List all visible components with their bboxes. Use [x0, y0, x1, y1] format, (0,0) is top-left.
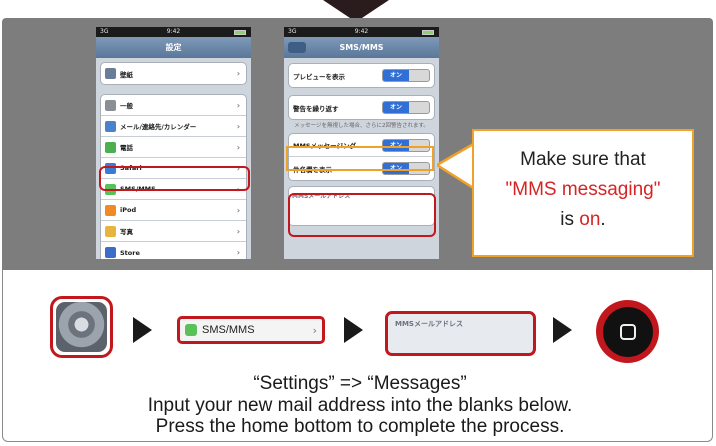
mms-note-callout: Make sure that "MMS messaging" is on.: [472, 129, 694, 257]
row-label: 写真: [120, 228, 133, 236]
status-time: 9:42: [354, 28, 369, 35]
callout-on-word: on: [579, 209, 601, 230]
battery-icon: [234, 30, 246, 35]
mms-address-step-label: MMSメールアドレス: [395, 320, 463, 328]
back-button[interactable]: [288, 42, 306, 53]
arrow-right-icon: [344, 317, 363, 343]
row-label: メール/連絡先/カレンダー: [120, 123, 197, 131]
sms-mms-step: SMS/MMS ›: [177, 316, 325, 344]
mms-address-step: MMSメールアドレス: [385, 311, 536, 356]
settings-group-wallpaper: 壁紙 ›: [100, 62, 247, 85]
row-label: 電話: [120, 144, 133, 152]
mail-icon: [105, 120, 116, 132]
chevron-right-icon: ›: [236, 69, 240, 78]
settings-row-phone[interactable]: 電話 ›: [101, 137, 246, 158]
settings-app-icon: [50, 296, 113, 358]
settings-row-general[interactable]: 一般 ›: [101, 95, 246, 116]
settings-screenshot: 3G 9:42 設定 壁紙 › 一般 › メール/連絡先/カレンダー › 電話 …: [96, 27, 251, 259]
caption-line2: Input your new mail address into the bla…: [147, 395, 573, 416]
mms-address-highlight: [288, 193, 436, 237]
messages-icon: [185, 324, 197, 336]
settings-row-store[interactable]: Store ›: [101, 242, 246, 259]
row-label: Store: [120, 248, 140, 257]
battery-icon: [422, 30, 434, 35]
chevron-right-icon: ›: [236, 142, 240, 152]
mms-messaging-highlight: [286, 146, 434, 171]
gear-icon: [56, 302, 107, 352]
setting-row-preview: プレビューを表示 オン: [289, 64, 434, 87]
sms-mms-highlight: [99, 166, 250, 191]
sms-mms-step-label: SMS/MMS: [202, 324, 255, 336]
chevron-right-icon: ›: [236, 121, 240, 131]
ipod-icon: [105, 204, 116, 216]
callout-line1: Make sure that: [520, 149, 646, 170]
repeat-alert-note: メッセージを無視した場合、さらに2回警告されます。: [294, 123, 429, 129]
wallpaper-icon: [105, 68, 116, 79]
row-label: iPod: [120, 206, 137, 214]
settings-title: 設定: [165, 43, 182, 52]
arrow-right-icon: [133, 317, 152, 343]
row-label: 一般: [120, 102, 133, 110]
sms-mms-navbar: SMS/MMS: [284, 37, 439, 58]
setting-row-repeat-alert: 警告を繰り返す オン: [289, 96, 434, 119]
preview-toggle[interactable]: オン: [382, 69, 430, 82]
home-button-icon: [602, 306, 653, 357]
settings-row-mail[interactable]: メール/連絡先/カレンダー ›: [101, 116, 246, 137]
store-icon: [105, 247, 116, 258]
callout-line2: "MMS messaging": [505, 179, 661, 200]
status-bar: 3G 9:42: [96, 27, 251, 37]
row-label: プレビューを表示: [293, 72, 345, 81]
settings-navbar: 設定: [96, 37, 251, 58]
status-time: 9:42: [166, 28, 181, 35]
chevron-right-icon: ›: [312, 323, 317, 337]
arrow-right-icon: [553, 317, 572, 343]
gear-icon: [105, 99, 116, 111]
chevron-right-icon: ›: [236, 100, 240, 110]
settings-row-wallpaper[interactable]: 壁紙 ›: [101, 63, 246, 84]
chevron-right-icon: ›: [236, 226, 240, 236]
phone-icon: [105, 141, 116, 153]
photos-icon: [105, 225, 116, 237]
settings-row-photos[interactable]: 写真 ›: [101, 221, 246, 242]
row-label: 壁紙: [120, 70, 133, 79]
sms-mms-title: SMS/MMS: [339, 43, 384, 52]
repeat-alert-group: 警告を繰り返す オン: [288, 95, 435, 120]
callout-line3: is on.: [560, 209, 606, 230]
repeat-alert-toggle[interactable]: オン: [382, 101, 430, 114]
callout-pointer: [437, 143, 477, 192]
caption-line1: “Settings” => “Messages”: [253, 373, 467, 394]
home-button-step: [596, 300, 659, 363]
chevron-right-icon: ›: [236, 205, 240, 215]
status-bar: 3G 9:42: [284, 27, 439, 37]
caption-line3: Press the home bottom to complete the pr…: [155, 416, 565, 437]
chevron-right-icon: ›: [236, 248, 240, 257]
preview-group: プレビューを表示 オン: [288, 63, 435, 88]
row-label: 警告を繰り返す: [293, 104, 339, 113]
settings-row-ipod[interactable]: iPod ›: [101, 200, 246, 221]
